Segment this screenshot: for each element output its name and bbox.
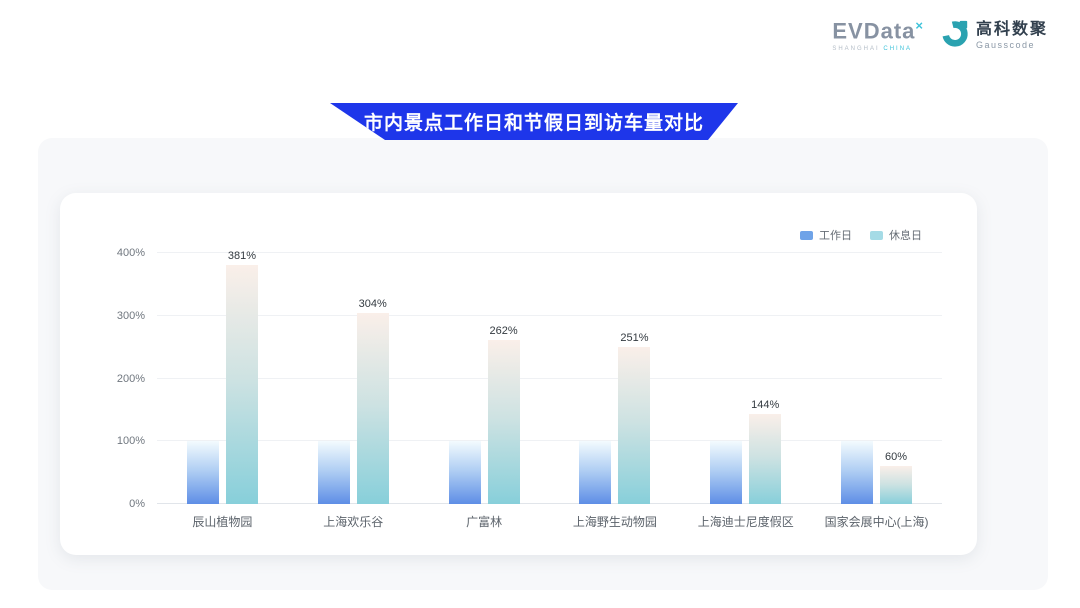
x-axis-category-label: 国家会展中心(上海) [781,513,972,530]
bar-group: 251%上海野生动物园 [550,253,681,504]
y-axis-tick-label: 100% [117,435,145,447]
bar-group: 262%广富林 [419,253,550,504]
bar-休息日-上海欢乐谷[interactable]: 304% [357,313,389,504]
bar-工作日-上海迪士尼度假区[interactable] [710,441,742,504]
bar-value-label: 262% [489,325,517,337]
bar-group: 381%辰山植物园 [157,253,288,504]
bar-group: 60%国家会展中心(上海) [811,253,942,504]
chart-legend: 工作日 休息日 [800,227,922,243]
bar-工作日-上海欢乐谷[interactable] [318,441,350,504]
bar-休息日-上海迪士尼度假区[interactable]: 144% [749,414,781,504]
chart-card: 工作日 休息日 0% 100% 200% 300% 400% 381%辰山植物园304%上海… [60,193,977,555]
y-axis-tick-label: 300% [117,310,145,322]
y-axis-tick-label: 400% [117,247,145,259]
y-axis-tick-label: 0% [129,498,145,510]
legend-label: 休息日 [889,227,922,243]
plot-area: 0%100%200%300%400%381%辰山植物园304%上海欢乐谷262%… [157,253,942,504]
legend-swatch-icon [870,231,883,240]
bar-group: 144%上海迪士尼度假区 [680,253,811,504]
y-axis-tick-label: 200% [117,373,145,385]
bar-休息日-广富林[interactable]: 262% [488,340,520,504]
logo-bar: EVData× SHANGHAI CHINA 高科数聚 Gausscode [832,18,1048,53]
evdata-x-mark-icon: × [915,18,924,33]
bar-工作日-广富林[interactable] [449,441,481,504]
page-title: 市内景点工作日和节假日到访车量对比 [364,108,704,135]
evdata-logo-text: EVData× [832,19,924,42]
bar-工作日-国家会展中心(上海)[interactable] [841,441,873,504]
bar-value-label: 251% [620,332,648,344]
bar-休息日-国家会展中心(上海)[interactable]: 60% [880,466,912,504]
bar-休息日-上海野生动物园[interactable]: 251% [618,347,650,505]
bar-value-label: 304% [359,298,387,310]
bar-value-label: 60% [885,451,907,463]
bar-工作日-上海野生动物园[interactable] [579,441,611,504]
bar-value-label: 144% [751,399,779,411]
legend-label: 工作日 [819,227,852,243]
legend-item-0[interactable]: 工作日 [800,227,852,243]
evdata-logo: EVData× SHANGHAI CHINA [832,19,924,51]
gausscode-logo: 高科数聚 Gausscode [940,18,1048,53]
legend-item-1[interactable]: 休息日 [870,227,922,243]
title-banner: 市内景点工作日和节假日到访车量对比 [330,103,738,140]
gausscode-en-name: Gausscode [976,41,1048,50]
gausscode-cn-name: 高科数聚 [976,22,1048,38]
bar-group: 304%上海欢乐谷 [288,253,419,504]
bar-工作日-辰山植物园[interactable] [187,441,219,504]
evdata-logo-subtext: SHANGHAI CHINA [832,46,912,52]
page: EVData× SHANGHAI CHINA 高科数聚 Gausscode 市内… [0,0,1080,608]
legend-swatch-icon [800,231,813,240]
bar-value-label: 381% [228,250,256,262]
gausscode-g-icon [940,18,970,53]
bar-休息日-辰山植物园[interactable]: 381% [226,265,258,504]
